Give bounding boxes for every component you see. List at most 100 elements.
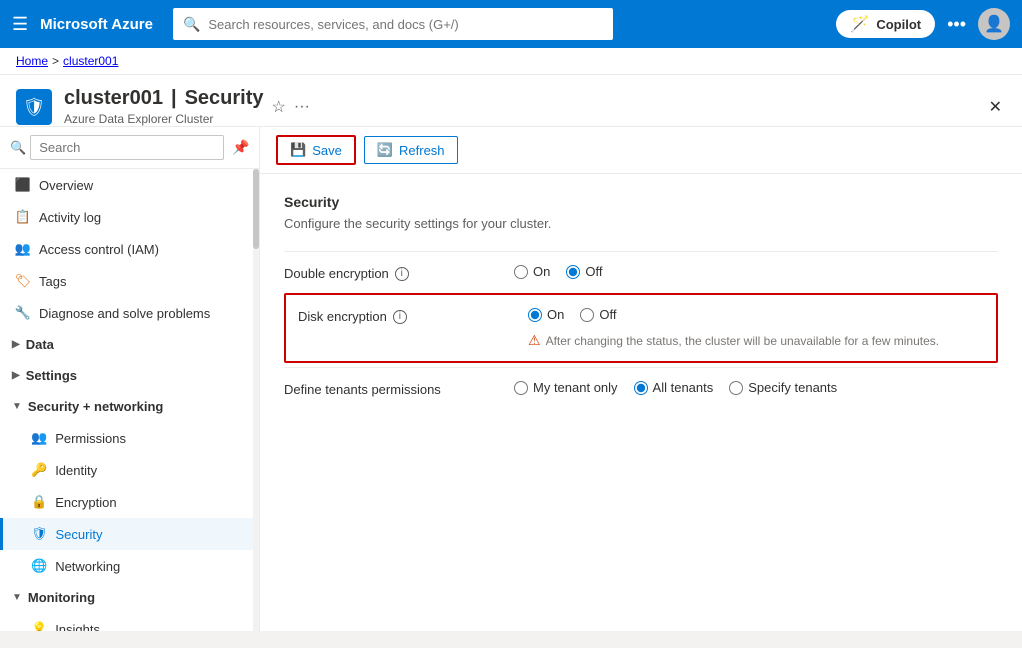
nav-right: 🪄 Copilot ••• 👤 (836, 8, 1010, 40)
encryption-icon: 🔒 (31, 494, 47, 510)
chevron-down-icon: ▼ (12, 592, 22, 603)
sidebar-section-settings[interactable]: ▶ Settings (0, 360, 259, 391)
top-navigation: ☰ Microsoft Azure 🔍 🪄 Copilot ••• 👤 (0, 0, 1022, 48)
specify-tenants-option[interactable]: Specify tenants (729, 380, 837, 395)
double-encryption-on-option[interactable]: On (514, 264, 550, 279)
disk-encryption-row: Disk encryption i On Off (286, 297, 996, 359)
section-description: Configure the security settings for your… (284, 216, 998, 231)
sidebar-scroll: ⬛ Overview 📋 Activity log 👥 Access contr… (0, 169, 259, 631)
security-icon: 🛡 (31, 526, 48, 542)
main-layout: 🔍 📌 《 ⬛ Overview 📋 Activity log 👥 Access… (0, 127, 1022, 631)
refresh-label: Refresh (399, 143, 445, 158)
sidebar-item-label: Insights (55, 622, 100, 632)
sidebar-section-security-networking[interactable]: ▼ Security + networking (0, 391, 259, 422)
disk-encryption-controls: On Off ⚠ After changing the status, the … (528, 307, 939, 349)
disk-encryption-warning: ⚠ After changing the status, the cluster… (528, 332, 939, 349)
content-body: Security Configure the security settings… (260, 174, 1022, 429)
disk-encryption-off-option[interactable]: Off (580, 307, 616, 322)
all-tenants-radio[interactable] (634, 381, 648, 395)
save-label: Save (312, 143, 342, 158)
favorite-star-icon[interactable]: ☆ (272, 97, 286, 117)
sidebar-item-networking[interactable]: 🌐 Networking (0, 550, 259, 582)
tenants-radio-group: My tenant only All tenants Specify tenan… (514, 380, 837, 395)
section-label: Data (26, 337, 54, 352)
section-label: Monitoring (28, 590, 95, 605)
chevron-right-icon: ▶ (12, 370, 20, 381)
disk-encryption-warning-text: After changing the status, the cluster w… (546, 334, 940, 348)
sidebar-item-activity-log[interactable]: 📋 Activity log (0, 201, 259, 233)
header-separator: | (171, 87, 177, 110)
more-options-button[interactable]: ••• (947, 14, 966, 35)
disk-encryption-on-option[interactable]: On (528, 307, 564, 322)
my-tenant-only-option[interactable]: My tenant only (514, 380, 618, 395)
all-tenants-option[interactable]: All tenants (634, 380, 714, 395)
sidebar-item-security[interactable]: 🛡 Security (0, 518, 259, 550)
sidebar-pin-button[interactable]: 📌 (228, 137, 253, 158)
avatar[interactable]: 👤 (978, 8, 1010, 40)
content-area: 💾 Save 🔄 Refresh Security Configure the … (260, 127, 1022, 631)
sidebar-scrollbar-track (253, 169, 259, 631)
sidebar-scrollbar-thumb[interactable] (253, 169, 259, 249)
global-search-input[interactable] (208, 17, 603, 32)
page-header: 🛡 cluster001 | Security Azure Data Explo… (0, 75, 1022, 127)
sidebar-item-label: Encryption (55, 495, 116, 510)
sidebar-item-label: Activity log (39, 210, 101, 225)
sidebar-search-icon: 🔍 (10, 140, 26, 156)
sidebar-item-encryption[interactable]: 🔒 Encryption (0, 486, 259, 518)
sidebar-item-diagnose[interactable]: 🔧 Diagnose and solve problems (0, 297, 259, 329)
double-encryption-off-option[interactable]: Off (566, 264, 602, 279)
double-encryption-label: Double encryption i (284, 264, 514, 281)
disk-encryption-info-icon[interactable]: i (393, 310, 407, 324)
warning-icon: ⚠ (528, 332, 541, 349)
double-encryption-on-radio[interactable] (514, 265, 528, 279)
copilot-label: Copilot (876, 17, 921, 32)
networking-icon: 🌐 (31, 558, 47, 574)
insights-icon: 💡 (31, 621, 47, 631)
global-search-bar: 🔍 (173, 8, 613, 40)
sidebar-section-monitoring[interactable]: ▼ Monitoring (0, 582, 259, 613)
sidebar-item-tags[interactable]: 🏷 Tags (0, 265, 259, 297)
my-tenant-radio[interactable] (514, 381, 528, 395)
disk-encryption-on-radio[interactable] (528, 308, 542, 322)
diagnose-icon: 🔧 (15, 305, 31, 321)
sidebar-item-identity[interactable]: 🔑 Identity (0, 454, 259, 486)
sidebar-search-input[interactable] (30, 135, 224, 160)
brand-name: Microsoft Azure (40, 16, 153, 33)
double-encryption-info-icon[interactable]: i (395, 267, 409, 281)
disk-encryption-off-radio[interactable] (580, 308, 594, 322)
sidebar-item-label: Identity (55, 463, 97, 478)
resource-name: cluster001 (64, 87, 163, 110)
copilot-icon: 🪄 (850, 14, 870, 34)
breadcrumb-home[interactable]: Home (16, 54, 48, 68)
tenants-permissions-label: Define tenants permissions (284, 380, 514, 397)
chevron-down-icon: ▼ (12, 401, 22, 412)
sidebar-item-label: Networking (55, 559, 120, 574)
specify-tenants-radio[interactable] (729, 381, 743, 395)
save-button[interactable]: 💾 Save (276, 135, 356, 165)
header-more-icon[interactable]: ··· (294, 98, 310, 116)
sidebar-item-label: Security (56, 527, 103, 542)
copilot-button[interactable]: 🪄 Copilot (836, 10, 935, 38)
double-encryption-radio-group: On Off (514, 264, 602, 279)
breadcrumb-cluster[interactable]: cluster001 (63, 54, 118, 68)
search-icon: 🔍 (183, 16, 200, 33)
sidebar-section-data[interactable]: ▶ Data (0, 329, 259, 360)
sidebar-item-label: Access control (IAM) (39, 242, 159, 257)
overview-icon: ⬛ (15, 177, 31, 193)
double-encryption-row: Double encryption i On Off (284, 251, 998, 293)
sidebar-item-access-control[interactable]: 👥 Access control (IAM) (0, 233, 259, 265)
hamburger-menu[interactable]: ☰ (12, 14, 28, 35)
activity-log-icon: 📋 (15, 209, 31, 225)
sidebar-item-label: Diagnose and solve problems (39, 306, 210, 321)
sidebar-item-permissions[interactable]: 👥 Permissions (0, 422, 259, 454)
sidebar-item-label: Tags (39, 274, 66, 289)
iam-icon: 👥 (15, 241, 31, 257)
refresh-button[interactable]: 🔄 Refresh (364, 136, 458, 164)
sidebar-item-insights[interactable]: 💡 Insights (0, 613, 259, 631)
section-title: Security (284, 194, 998, 210)
section-label: Security + networking (28, 399, 163, 414)
double-encryption-off-radio[interactable] (566, 265, 580, 279)
sidebar-search-row: 🔍 📌 《 (0, 127, 259, 169)
close-button[interactable]: ✕ (985, 93, 1006, 121)
sidebar-item-overview[interactable]: ⬛ Overview (0, 169, 259, 201)
